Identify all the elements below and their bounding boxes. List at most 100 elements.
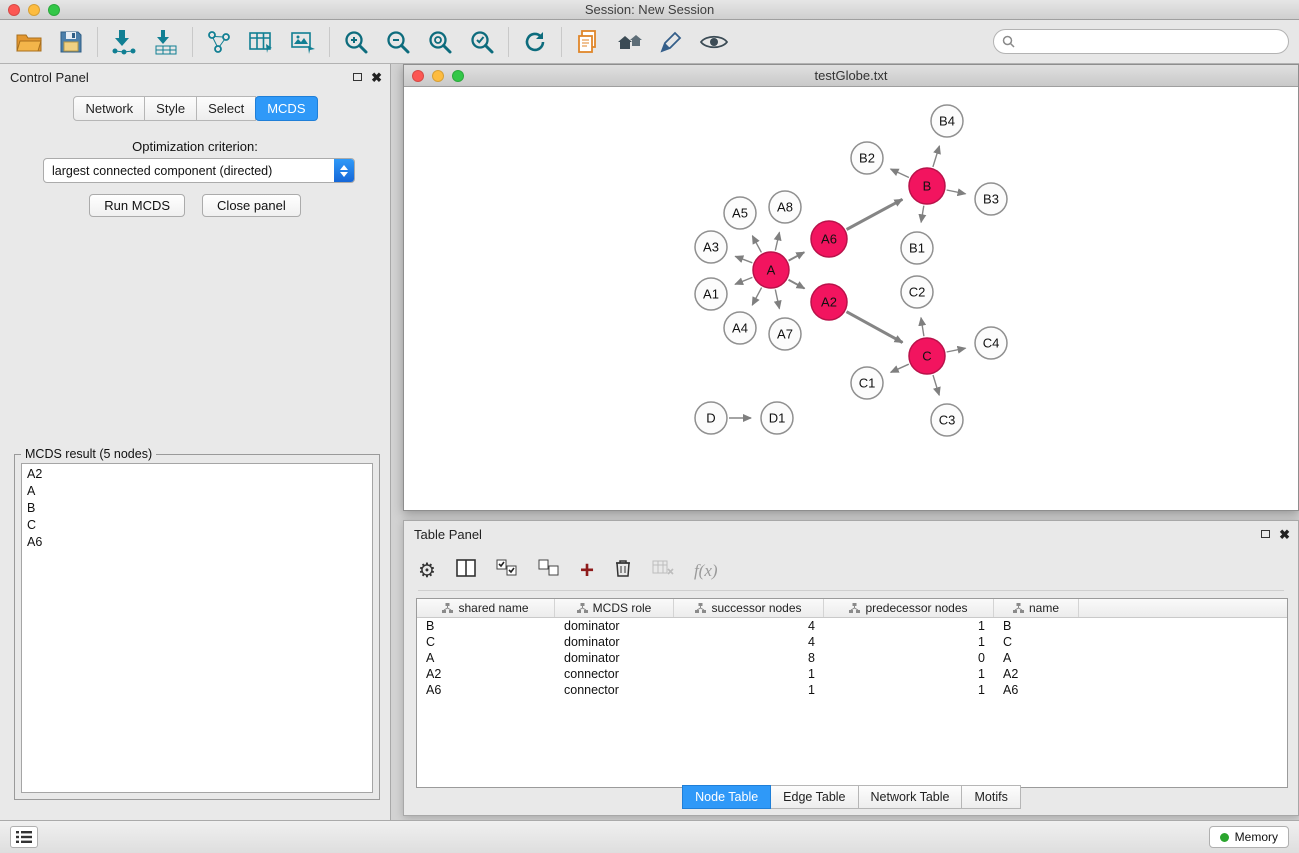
add-column-icon[interactable]: + [580, 559, 594, 583]
edge-A-A2[interactable] [789, 280, 805, 289]
window-title: Session: New Session [0, 2, 1299, 17]
mcds-result-list[interactable]: A2ABCA6 [21, 463, 373, 793]
column-header-MCDS-role[interactable]: MCDS role [555, 599, 674, 617]
close-table-panel-icon[interactable]: ✖ [1279, 528, 1290, 541]
show-columns-icon[interactable] [456, 559, 476, 582]
network-canvas[interactable]: B4 B2 B B3 A5 A8 A6 A3 B1 A C2 A1 A2 A4 A7 C4 C C1 D D1 C3 [404, 87, 1298, 510]
deselect-all-columns-icon[interactable] [538, 559, 560, 582]
edge-A-A3[interactable] [735, 256, 752, 263]
node-A1[interactable]: A1 [695, 278, 727, 310]
node-A5[interactable]: A5 [724, 197, 756, 229]
tab-motifs[interactable]: Motifs [961, 785, 1020, 809]
refresh-layout-icon[interactable] [514, 24, 556, 60]
edge-B-B2[interactable] [891, 169, 909, 178]
edge-A-A7[interactable] [775, 290, 779, 309]
tab-select[interactable]: Select [196, 96, 256, 121]
tab-network-table[interactable]: Network Table [858, 785, 963, 809]
column-header-name[interactable]: name [994, 599, 1079, 617]
new-table-icon[interactable] [240, 24, 282, 60]
node-A7[interactable]: A7 [769, 318, 801, 350]
node-A8[interactable]: A8 [769, 191, 801, 223]
node-C2[interactable]: C2 [901, 276, 933, 308]
node-C3[interactable]: C3 [931, 404, 963, 436]
table-row[interactable]: Cdominator41C [417, 634, 1287, 650]
node-A4[interactable]: A4 [724, 312, 756, 344]
edge-A-A5[interactable] [752, 236, 761, 253]
column-header-successor-nodes[interactable]: successor nodes [674, 599, 824, 617]
list-item[interactable]: A2 [22, 466, 372, 483]
list-item[interactable]: B [22, 500, 372, 517]
float-table-panel-icon[interactable] [1261, 530, 1270, 538]
show-details-eye-icon[interactable] [693, 24, 735, 60]
tab-network[interactable]: Network [73, 96, 145, 121]
edge-A-A4[interactable] [752, 288, 761, 306]
node-B4[interactable]: B4 [931, 105, 963, 137]
table-row[interactable]: Adominator80A [417, 650, 1287, 666]
search-input[interactable] [1020, 32, 1288, 52]
list-item[interactable]: A [22, 483, 372, 500]
edge-C-C2[interactable] [921, 318, 924, 337]
edge-C-C3[interactable] [933, 375, 939, 395]
function-builder-icon[interactable]: f(x) [694, 561, 718, 581]
table-row[interactable]: Bdominator41B [417, 618, 1287, 634]
edge-A-A8[interactable] [775, 232, 779, 250]
memory-button[interactable]: Memory [1209, 826, 1289, 848]
zoom-out-icon[interactable] [377, 24, 419, 60]
svg-text:A1: A1 [703, 287, 719, 302]
node-B1[interactable]: B1 [901, 232, 933, 264]
table-row[interactable]: A6connector11A6 [417, 682, 1287, 698]
export-image-icon[interactable] [282, 24, 324, 60]
import-table-from-file-icon[interactable] [145, 24, 187, 60]
node-C[interactable]: C [909, 338, 945, 374]
zoom-selected-icon[interactable] [461, 24, 503, 60]
delete-column-trash-icon[interactable] [614, 558, 632, 583]
tab-edge-table[interactable]: Edge Table [770, 785, 858, 809]
optimization-criterion-select[interactable]: largest connected component (directed) [43, 158, 355, 183]
duplicate-file-icon[interactable] [567, 24, 609, 60]
zoom-fit-icon[interactable] [419, 24, 461, 60]
edge-A-A1[interactable] [735, 277, 752, 284]
edge-A2-C[interactable] [847, 312, 903, 343]
node-C1[interactable]: C1 [851, 367, 883, 399]
edge-B-B3[interactable] [947, 190, 966, 194]
node-A6[interactable]: A6 [811, 221, 847, 257]
node-C4[interactable]: C4 [975, 327, 1007, 359]
zoom-in-icon[interactable] [335, 24, 377, 60]
select-all-columns-icon[interactable] [496, 559, 518, 582]
edge-C-C1[interactable] [891, 364, 909, 372]
edge-A6-B[interactable] [847, 199, 903, 229]
close-panel-button[interactable]: Close panel [202, 194, 301, 217]
table-row[interactable]: A2connector11A2 [417, 666, 1287, 682]
node-B[interactable]: B [909, 168, 945, 204]
tab-mcds[interactable]: MCDS [255, 96, 317, 121]
edge-B-B1[interactable] [921, 206, 924, 223]
new-network-icon[interactable] [198, 24, 240, 60]
table-settings-gear-icon[interactable]: ⚙ [418, 561, 436, 581]
close-panel-icon[interactable]: ✖ [371, 71, 382, 84]
list-item[interactable]: C [22, 517, 372, 534]
edge-B-B4[interactable] [933, 146, 940, 167]
column-header-shared-name[interactable]: shared name [417, 599, 555, 617]
node-B3[interactable]: B3 [975, 183, 1007, 215]
save-session-icon[interactable] [50, 24, 92, 60]
home-icon[interactable] [609, 24, 651, 60]
list-item[interactable]: A6 [22, 534, 372, 551]
column-header-predecessor-nodes[interactable]: predecessor nodes [824, 599, 994, 617]
node-D[interactable]: D [695, 402, 727, 434]
task-history-button[interactable] [10, 826, 38, 848]
node-D1[interactable]: D1 [761, 402, 793, 434]
import-network-from-file-icon[interactable] [103, 24, 145, 60]
edge-A-A6[interactable] [789, 252, 805, 260]
node-B2[interactable]: B2 [851, 142, 883, 174]
edge-C-C4[interactable] [947, 348, 966, 352]
tab-node-table[interactable]: Node Table [682, 785, 771, 809]
tab-style[interactable]: Style [144, 96, 197, 121]
open-session-icon[interactable] [8, 24, 50, 60]
float-panel-icon[interactable] [353, 73, 362, 81]
node-A2[interactable]: A2 [811, 284, 847, 320]
node-A3[interactable]: A3 [695, 231, 727, 263]
optimization-criterion-value: largest connected component (directed) [44, 164, 334, 178]
node-A[interactable]: A [753, 252, 789, 288]
run-mcds-button[interactable]: Run MCDS [89, 194, 185, 217]
style-brush-icon[interactable] [651, 24, 693, 60]
